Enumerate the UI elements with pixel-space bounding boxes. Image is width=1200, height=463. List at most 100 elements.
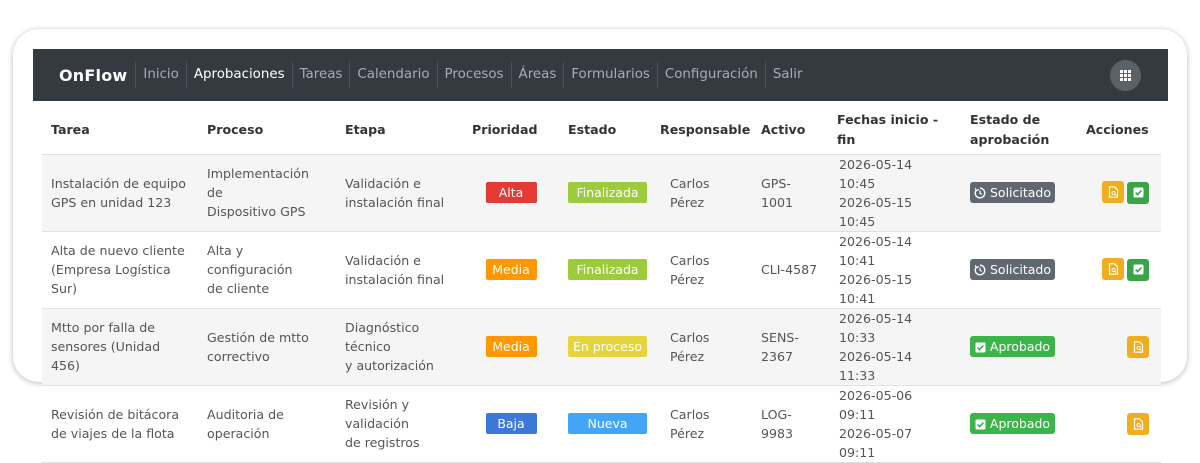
cell-acciones <box>1077 308 1161 386</box>
nav-item-tareas[interactable]: Tareas <box>291 62 350 88</box>
fecha-fin: 2026-05-07 09:11 <box>839 425 913 460</box>
table-row[interactable]: Instalación de equipo GPS en unidad 123 Im… <box>42 154 1161 232</box>
approvals-table: Tarea Proceso Etapa Prioridad Estado Res… <box>42 107 1161 463</box>
priority-badge: Media <box>485 336 537 357</box>
approval-label: Aprobado <box>989 339 1051 354</box>
fecha-inicio: 2026-05-14 10:45 <box>839 156 913 191</box>
cell-etapa-line1: Revisión y validación <box>345 397 410 431</box>
cell-aprobacion: Solicitado <box>961 231 1077 309</box>
status-badge: Nueva <box>568 413 647 434</box>
history-icon <box>974 184 986 205</box>
cell-proceso-line2: operación <box>207 425 270 441</box>
approval-badge: Aprobado <box>970 336 1055 357</box>
responsable-line1: Carlos <box>670 406 710 422</box>
cell-tarea: Revisión de bitácora de viajes de la flot… <box>42 385 198 463</box>
cell-tarea-line1: Revisión de bitácora <box>51 406 180 422</box>
table-header-row: Tarea Proceso Etapa Prioridad Estado Res… <box>42 107 1161 155</box>
cell-etapa-line1: Validación e <box>345 175 421 191</box>
responsable-line1: Carlos <box>670 252 710 268</box>
header-estado[interactable]: Estado <box>559 107 651 155</box>
cell-proceso-line1: Alta y configuración <box>207 243 293 277</box>
cell-fechas: 2026-05-14 10:33 2026-05-14 11:33 <box>828 308 961 386</box>
cell-etapa-line1: Validación e <box>345 252 421 268</box>
cell-activo: LOG-9983 <box>752 385 828 463</box>
responsable-line1: Carlos <box>670 329 710 345</box>
status-badge: Finalizada <box>568 182 647 203</box>
cell-fechas: 2026-05-14 10:41 2026-05-15 10:41 <box>828 231 961 309</box>
approval-badge: Solicitado <box>970 182 1055 203</box>
header-activo[interactable]: Activo <box>752 107 828 155</box>
cell-etapa-line2: instalación final <box>345 194 445 210</box>
cell-proceso: Gestión de mtto correctivo <box>198 308 336 386</box>
cell-proceso-line1: Gestión de mtto <box>207 329 309 345</box>
cell-proceso-line1: Implementación de <box>207 166 309 200</box>
cell-proceso: Implementación de Dispositivo GPS <box>198 154 336 232</box>
view-document-button[interactable] <box>1127 335 1149 358</box>
nav-item-procesos[interactable]: Procesos <box>436 62 511 88</box>
cell-etapa-line1: Diagnóstico técnico <box>345 320 420 354</box>
cell-aprobacion: Aprobado <box>961 385 1077 463</box>
history-icon <box>974 261 986 282</box>
cell-etapa-line2: instalación final <box>345 271 445 287</box>
view-document-button[interactable] <box>1102 258 1124 281</box>
responsable-line2: Pérez <box>670 194 705 210</box>
approval-label: Aprobado <box>989 416 1051 431</box>
document-icon <box>1133 417 1144 430</box>
status-badge: En proceso <box>568 336 647 357</box>
header-tarea[interactable]: Tarea <box>42 107 198 155</box>
status-badge: Finalizada <box>568 259 647 280</box>
cell-tarea: Mtto por falla de sensores (Unidad 456) <box>42 308 198 386</box>
cell-etapa: Validación e instalación final <box>336 231 463 309</box>
cell-etapa: Diagnóstico técnico y autorización <box>336 308 463 386</box>
cell-acciones <box>1077 231 1161 309</box>
table-row[interactable]: Mtto por falla de sensores (Unidad 456) Ge… <box>42 308 1161 386</box>
cell-etapa: Revisión y validación de registros <box>336 385 463 463</box>
cell-proceso-line2: correctivo <box>207 348 270 364</box>
header-fechas[interactable]: Fechas inicio - fin <box>828 107 961 155</box>
nav-item-configuracion[interactable]: Configuración <box>656 62 765 88</box>
nav-item-formularios[interactable]: Formularios <box>563 62 657 88</box>
cell-acciones <box>1077 385 1161 463</box>
fecha-inicio: 2026-05-14 10:33 <box>839 310 913 345</box>
cell-tarea-line2: de viajes de la flota <box>51 425 175 441</box>
cell-aprobacion: Aprobado <box>961 308 1077 386</box>
table-row[interactable]: Revisión de bitácora de viajes de la flot… <box>42 385 1161 463</box>
fecha-inicio: 2026-05-14 10:41 <box>839 233 913 268</box>
approval-badge: Aprobado <box>970 413 1055 434</box>
cell-prioridad: Baja <box>463 385 559 463</box>
approve-button[interactable] <box>1127 258 1149 281</box>
brand-logo[interactable]: OnFlow <box>59 66 127 85</box>
cell-estado: Nueva <box>559 385 651 463</box>
cell-prioridad: Media <box>463 231 559 309</box>
cell-responsable: Carlos Pérez <box>651 231 752 309</box>
cell-tarea-line1: Alta de nuevo cliente <box>51 243 185 258</box>
nav-item-aprobaciones[interactable]: Aprobaciones <box>185 62 292 88</box>
nav-item-salir[interactable]: Salir <box>764 62 810 88</box>
header-etapa[interactable]: Etapa <box>336 107 463 155</box>
cell-prioridad: Media <box>463 308 559 386</box>
check-square-icon <box>975 338 986 359</box>
cell-etapa-line2: de registros <box>345 435 420 450</box>
approve-button[interactable] <box>1127 181 1149 204</box>
cell-estado: Finalizada <box>559 154 651 232</box>
cell-etapa-line2: y autorización <box>345 358 434 373</box>
view-document-button[interactable] <box>1127 412 1149 435</box>
nav-item-areas[interactable]: Áreas <box>510 62 564 88</box>
header-proceso[interactable]: Proceso <box>198 107 336 155</box>
header-estado-aprobacion[interactable]: Estado de aprobación <box>961 107 1077 155</box>
responsable-line1: Carlos <box>670 175 710 191</box>
top-navbar: OnFlow Inicio Aprobaciones Tareas Calend… <box>33 49 1168 101</box>
cell-responsable: Carlos Pérez <box>651 308 752 386</box>
header-responsable[interactable]: Responsable <box>651 107 752 155</box>
nav-item-inicio[interactable]: Inicio <box>135 62 185 88</box>
apps-menu-button[interactable] <box>1110 60 1141 91</box>
cell-fechas: 2026-05-14 10:45 2026-05-15 10:45 <box>828 154 961 232</box>
nav-item-calendario[interactable]: Calendario <box>349 62 436 88</box>
view-document-button[interactable] <box>1102 181 1124 204</box>
check-square-icon <box>975 415 986 436</box>
document-icon <box>1133 340 1144 353</box>
priority-badge: Alta <box>485 182 537 203</box>
table-row[interactable]: Alta de nuevo cliente (Empresa Logística … <box>42 231 1161 309</box>
approval-badge: Solicitado <box>970 259 1055 280</box>
header-prioridad[interactable]: Prioridad <box>463 107 559 155</box>
